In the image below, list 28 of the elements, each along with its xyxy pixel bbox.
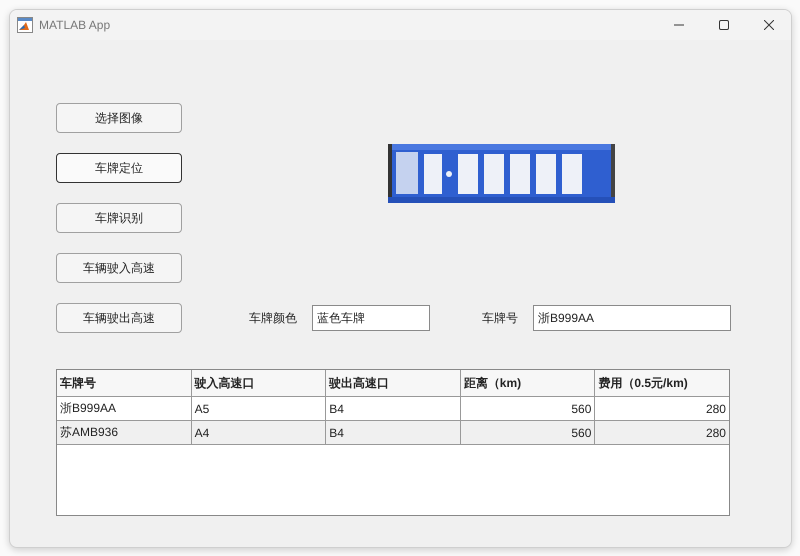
- action-button[interactable]: 车辆驶入高速: [56, 253, 182, 283]
- column-header[interactable]: 距离（km): [460, 370, 596, 396]
- table-cell: B4: [326, 421, 461, 444]
- app-icon: [17, 17, 33, 33]
- field-label: 车牌号: [482, 310, 518, 326]
- table-cell: 560: [460, 421, 596, 444]
- close-icon: [764, 20, 774, 30]
- action-button[interactable]: 车辆驶出高速: [56, 303, 182, 333]
- field-label: 车牌颜色: [249, 310, 297, 326]
- maximize-icon: [718, 20, 728, 30]
- window-title: MATLAB App: [39, 18, 110, 32]
- column-header[interactable]: 车牌号: [57, 370, 192, 396]
- table-cell: B4: [326, 397, 461, 420]
- column-header[interactable]: 驶出高速口: [326, 370, 461, 396]
- column-header[interactable]: 费用（0.5元/km): [595, 370, 729, 396]
- column-header[interactable]: 驶入高速口: [192, 370, 326, 396]
- table-cell-text: 280: [704, 400, 727, 418]
- table-cell-text: 280: [704, 424, 727, 442]
- table-cell: A5: [192, 397, 326, 420]
- table-cell: 苏AMB936: [57, 421, 192, 444]
- action-button[interactable]: 车牌识别: [56, 203, 182, 233]
- table-cell: 560: [460, 397, 596, 420]
- action-button[interactable]: 选择图像: [56, 103, 182, 133]
- action-button[interactable]: 车牌定位: [56, 153, 182, 183]
- text-field[interactable]: 浙B999AA: [533, 305, 731, 331]
- text-field[interactable]: 蓝色车牌: [312, 305, 430, 331]
- table-cell: A4: [192, 421, 326, 444]
- table-cell: 浙B999AA: [57, 397, 192, 420]
